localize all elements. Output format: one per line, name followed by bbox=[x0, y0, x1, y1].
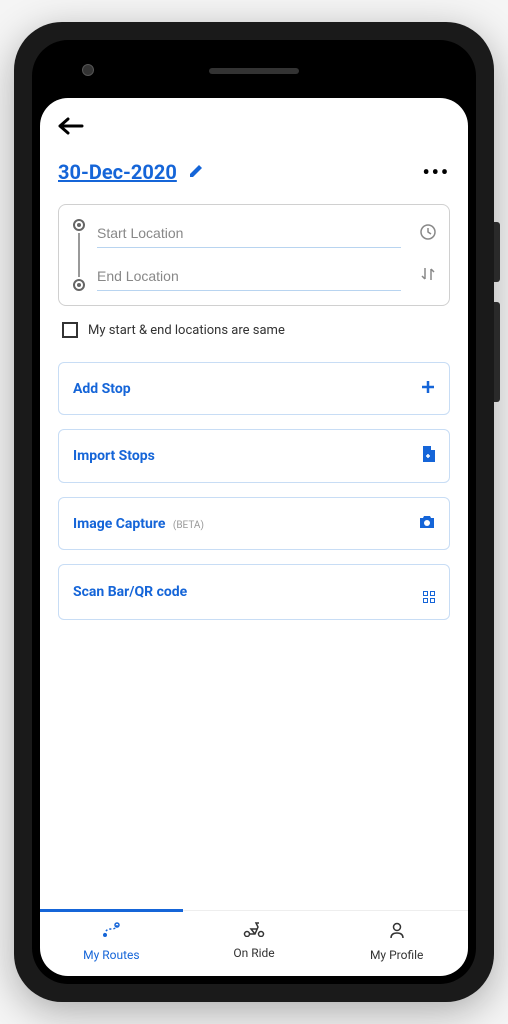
same-location-checkbox[interactable] bbox=[62, 322, 78, 338]
date-title[interactable]: 30-Dec-2020 bbox=[58, 160, 203, 184]
route-line bbox=[78, 233, 80, 277]
bottom-nav: My Routes On Ride My Profile bbox=[40, 910, 468, 976]
nav-on-ride-label: On Ride bbox=[233, 946, 274, 960]
nav-my-routes-label: My Routes bbox=[83, 948, 139, 962]
speaker-grille bbox=[209, 68, 299, 74]
image-capture-button[interactable]: Image Capture (BETA) bbox=[58, 497, 450, 550]
volume-button bbox=[494, 222, 500, 282]
back-arrow-icon bbox=[58, 116, 86, 136]
history-icon[interactable] bbox=[419, 223, 437, 245]
camera-icon bbox=[419, 514, 435, 533]
location-card bbox=[58, 204, 450, 306]
swap-icon[interactable] bbox=[419, 265, 437, 287]
beta-tag: (BETA) bbox=[173, 520, 204, 531]
import-stops-button[interactable]: Import Stops bbox=[58, 429, 450, 483]
image-capture-label: Image Capture (BETA) bbox=[73, 516, 204, 532]
nav-my-profile[interactable]: My Profile bbox=[325, 911, 468, 976]
back-button[interactable] bbox=[58, 114, 86, 142]
edit-icon[interactable] bbox=[189, 163, 203, 182]
nav-my-profile-label: My Profile bbox=[370, 948, 423, 962]
scooter-icon bbox=[243, 921, 265, 942]
phone-bezel: 30-Dec-2020 ••• bbox=[32, 40, 476, 984]
nav-active-indicator bbox=[40, 909, 183, 912]
location-actions bbox=[411, 223, 437, 287]
more-options-button[interactable]: ••• bbox=[422, 160, 450, 184]
add-stop-button[interactable]: Add Stop bbox=[58, 362, 450, 415]
location-inputs bbox=[97, 219, 401, 291]
app-content: 30-Dec-2020 ••• bbox=[40, 98, 468, 910]
start-dot-icon bbox=[73, 219, 85, 231]
app-screen: 30-Dec-2020 ••• bbox=[40, 98, 468, 976]
plus-icon bbox=[421, 379, 435, 398]
import-stops-label: Import Stops bbox=[73, 448, 155, 464]
front-camera bbox=[82, 64, 94, 76]
same-location-row: My start & end locations are same bbox=[58, 322, 450, 338]
end-location-input[interactable] bbox=[97, 262, 401, 291]
end-dot-icon bbox=[73, 279, 85, 291]
route-indicator bbox=[71, 219, 87, 291]
date-text: 30-Dec-2020 bbox=[58, 160, 177, 184]
nav-on-ride[interactable]: On Ride bbox=[183, 911, 326, 976]
power-button bbox=[494, 302, 500, 402]
route-icon bbox=[101, 921, 121, 944]
profile-icon bbox=[388, 921, 406, 944]
qr-icon bbox=[423, 581, 435, 603]
file-import-icon bbox=[421, 446, 435, 466]
scan-code-label: Scan Bar/QR code bbox=[73, 584, 187, 600]
location-row bbox=[71, 219, 437, 291]
nav-my-routes[interactable]: My Routes bbox=[40, 911, 183, 976]
phone-frame: 30-Dec-2020 ••• bbox=[14, 22, 494, 1002]
date-header-row: 30-Dec-2020 ••• bbox=[58, 160, 450, 184]
scan-code-button[interactable]: Scan Bar/QR code bbox=[58, 564, 450, 620]
add-stop-label: Add Stop bbox=[73, 381, 131, 397]
same-location-label: My start & end locations are same bbox=[88, 323, 285, 338]
start-location-input[interactable] bbox=[97, 219, 401, 248]
